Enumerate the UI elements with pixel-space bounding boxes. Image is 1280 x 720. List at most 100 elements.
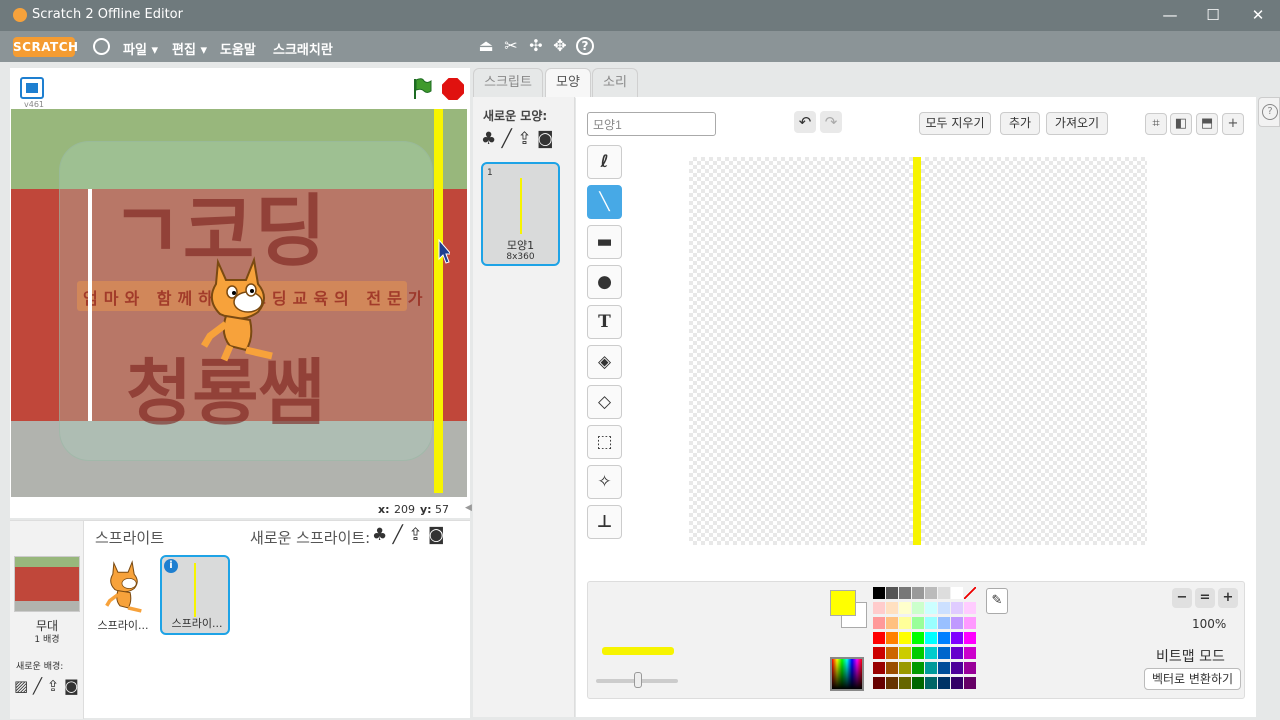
color-swatch[interactable]: [951, 662, 963, 674]
color-swatch[interactable]: [899, 617, 911, 629]
costume-library-icon[interactable]: ♣: [481, 129, 496, 149]
foreground-color-swatch[interactable]: [830, 590, 856, 616]
minimize-icon[interactable]: —: [1155, 4, 1185, 26]
upload-sprite-icon[interactable]: ⇪: [408, 525, 422, 545]
eyedropper-icon[interactable]: ✎: [986, 588, 1008, 614]
menu-edit[interactable]: 편집 ▾: [172, 39, 207, 58]
yellow-line-sprite[interactable]: [434, 109, 443, 493]
color-swatch[interactable]: [951, 647, 963, 659]
color-swatch[interactable]: [938, 632, 950, 644]
color-swatch[interactable]: [925, 587, 937, 599]
color-swatch[interactable]: [873, 587, 885, 599]
color-swatch[interactable]: [886, 587, 898, 599]
ellipse-icon[interactable]: ●: [587, 265, 622, 299]
undo-icon[interactable]: ↶: [794, 111, 816, 133]
menu-help[interactable]: 도움말: [220, 39, 256, 58]
color-swatch[interactable]: [886, 677, 898, 689]
color-swatch[interactable]: [964, 602, 976, 614]
color-swatch[interactable]: [873, 677, 885, 689]
help-tab[interactable]: ?: [1258, 97, 1280, 127]
fullscreen-icon[interactable]: [20, 77, 44, 99]
color-swatch[interactable]: [951, 677, 963, 689]
color-swatch[interactable]: [912, 662, 924, 674]
color-swatch[interactable]: [938, 617, 950, 629]
color-swatch[interactable]: [873, 662, 885, 674]
tab-costumes[interactable]: 모양: [545, 68, 591, 98]
cat-sprite[interactable]: [196, 254, 276, 364]
brush-icon[interactable]: ℓ: [587, 145, 622, 179]
help-icon[interactable]: ?: [576, 37, 594, 55]
text-icon[interactable]: T: [587, 305, 622, 339]
tab-scripts[interactable]: 스크립트: [473, 68, 543, 98]
line-icon[interactable]: ╲: [587, 185, 622, 219]
color-swatch[interactable]: [873, 632, 885, 644]
color-swatch[interactable]: [938, 647, 950, 659]
color-swatch[interactable]: [925, 632, 937, 644]
green-flag-icon[interactable]: [412, 78, 432, 100]
color-swatch[interactable]: [899, 632, 911, 644]
color-swatch[interactable]: [886, 617, 898, 629]
paint-backdrop-icon[interactable]: ╱: [33, 677, 42, 695]
flip-vertical-icon[interactable]: ⬒: [1196, 113, 1218, 135]
color-swatch[interactable]: [912, 647, 924, 659]
color-swatch[interactable]: [938, 677, 950, 689]
color-swatch[interactable]: [912, 617, 924, 629]
duplicate-icon[interactable]: ⏏: [477, 37, 495, 55]
menu-about[interactable]: 스크래치란: [273, 39, 333, 58]
stage-canvas[interactable]: ㄱ코딩 엄마와 함께하는 코딩교육의 전문가 청룡쌤: [11, 109, 467, 497]
scratch-logo[interactable]: SCRATCH: [13, 37, 78, 57]
color-swatch[interactable]: [912, 677, 924, 689]
set-center-icon[interactable]: +: [1222, 113, 1244, 135]
camera-sprite-icon[interactable]: ◙: [428, 525, 445, 545]
paint-sprite-icon[interactable]: ╱: [393, 525, 403, 545]
delete-icon[interactable]: ✂: [502, 37, 520, 55]
zoom-in-icon[interactable]: +: [1218, 588, 1238, 608]
info-icon[interactable]: i: [164, 559, 178, 573]
color-swatch[interactable]: [925, 677, 937, 689]
color-swatch[interactable]: [951, 587, 963, 599]
camera-backdrop-icon[interactable]: ◙: [64, 677, 79, 695]
color-swatch[interactable]: [938, 662, 950, 674]
color-swatch[interactable]: [964, 662, 976, 674]
zoom-reset-icon[interactable]: =: [1195, 588, 1215, 608]
close-icon[interactable]: ✕: [1243, 4, 1273, 26]
backdrop-library-icon[interactable]: ▨: [14, 677, 28, 695]
color-picker-gradient[interactable]: [830, 657, 864, 691]
globe-icon[interactable]: [93, 38, 110, 55]
color-swatch[interactable]: [938, 602, 950, 614]
color-swatch[interactable]: [873, 602, 885, 614]
color-swatch[interactable]: [886, 662, 898, 674]
stamp-icon[interactable]: ⊥: [587, 505, 622, 539]
color-swatch[interactable]: [964, 647, 976, 659]
color-swatch[interactable]: [899, 587, 911, 599]
flip-horizontal-icon[interactable]: ◧: [1170, 113, 1192, 135]
color-swatch[interactable]: [951, 617, 963, 629]
grow-icon[interactable]: ✣: [527, 37, 545, 55]
color-swatch[interactable]: [873, 617, 885, 629]
add-button[interactable]: 추가: [1000, 112, 1040, 135]
costume-name-input[interactable]: [587, 112, 716, 136]
color-swatch[interactable]: [951, 602, 963, 614]
color-swatch[interactable]: [951, 632, 963, 644]
color-swatch[interactable]: [899, 677, 911, 689]
color-swatch[interactable]: [925, 647, 937, 659]
color-swatch[interactable]: [886, 632, 898, 644]
color-swatch[interactable]: [925, 662, 937, 674]
crop-icon[interactable]: ⌗: [1145, 113, 1167, 135]
redo-icon[interactable]: ↷: [820, 111, 842, 133]
magic-select-icon[interactable]: ✧: [587, 465, 622, 499]
rectangle-icon[interactable]: ▬: [587, 225, 622, 259]
fill-icon[interactable]: ◈: [587, 345, 622, 379]
color-swatch[interactable]: [964, 677, 976, 689]
convert-to-vector-button[interactable]: 벡터로 변환하기: [1144, 668, 1241, 690]
color-swatch[interactable]: [925, 617, 937, 629]
upload-costume-icon[interactable]: ⇪: [517, 129, 531, 149]
clear-button[interactable]: 모두 지우기: [919, 112, 991, 135]
costume-tile[interactable]: 1 모양1 8x360: [481, 162, 560, 266]
maximize-icon[interactable]: ☐: [1198, 4, 1228, 26]
select-icon[interactable]: ⬚: [587, 425, 622, 459]
color-swatch[interactable]: [899, 602, 911, 614]
color-swatch[interactable]: [964, 617, 976, 629]
menu-file[interactable]: 파일 ▾: [123, 39, 158, 58]
stage-thumbnail[interactable]: [14, 556, 80, 612]
